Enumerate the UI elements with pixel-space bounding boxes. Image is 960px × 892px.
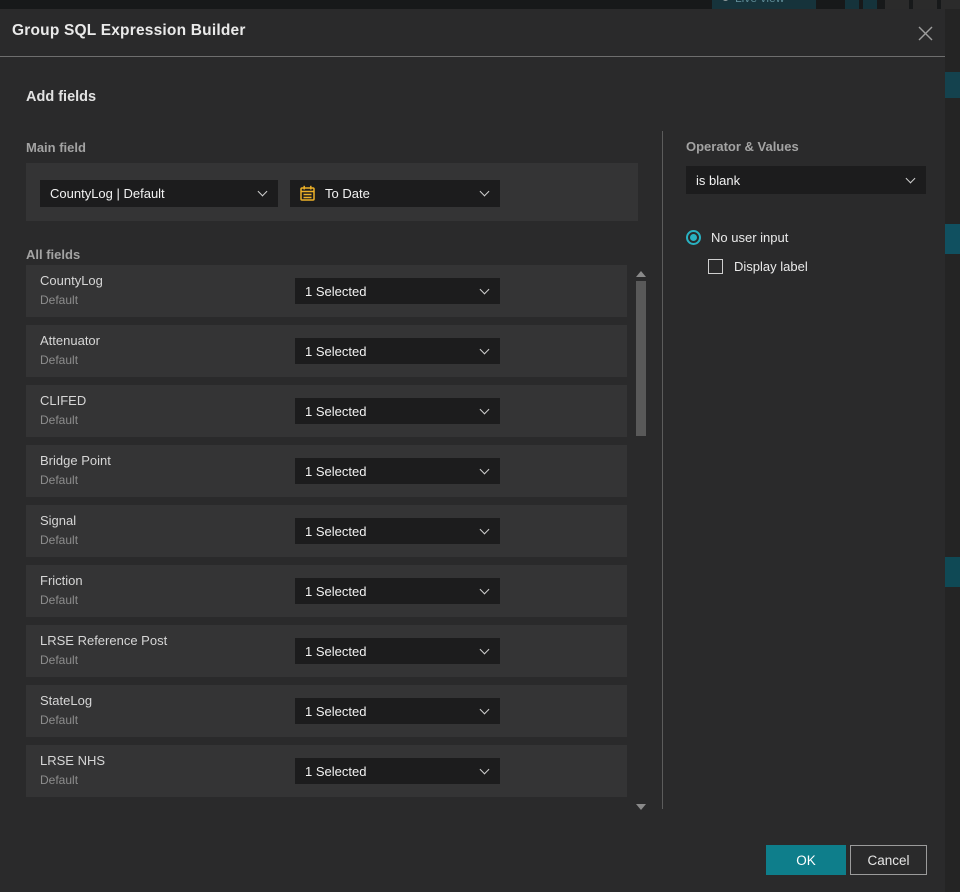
chevron-down-icon bbox=[479, 404, 490, 414]
live-view-dot-icon bbox=[722, 0, 729, 1]
field-row-lrse-reference-post: LRSE Reference Post Default 1 Selected bbox=[26, 625, 627, 677]
field-subtitle: Default bbox=[40, 653, 79, 667]
chevron-down-icon bbox=[479, 704, 490, 714]
calendar-icon bbox=[299, 185, 316, 202]
field-selected-value: 1 Selected bbox=[305, 283, 367, 299]
main-field-label: Main field bbox=[26, 140, 86, 155]
chevron-down-icon bbox=[905, 173, 916, 183]
live-view-label: Live view bbox=[735, 0, 784, 5]
background-ui-fragment bbox=[863, 0, 877, 9]
field-selected-value: 1 Selected bbox=[305, 463, 367, 479]
field-row-clifed: CLIFED Default 1 Selected bbox=[26, 385, 627, 437]
chevron-down-icon bbox=[257, 186, 268, 197]
field-selected-dropdown[interactable]: 1 Selected bbox=[295, 458, 500, 484]
background-ui-fragment bbox=[945, 72, 960, 98]
field-selected-value: 1 Selected bbox=[305, 583, 367, 599]
background-ui-fragment bbox=[945, 224, 960, 254]
display-label-checkbox[interactable]: Display label bbox=[708, 259, 808, 274]
field-row-bridge-point: Bridge Point Default 1 Selected bbox=[26, 445, 627, 497]
close-button[interactable] bbox=[913, 21, 937, 45]
field-subtitle: Default bbox=[40, 293, 79, 307]
field-selected-dropdown[interactable]: 1 Selected bbox=[295, 698, 500, 724]
scrollbar-down-arrow[interactable] bbox=[636, 804, 646, 810]
field-name: Attenuator bbox=[40, 333, 100, 348]
no-user-input-label: No user input bbox=[711, 230, 789, 245]
field-subtitle: Default bbox=[40, 413, 79, 427]
ok-button[interactable]: OK bbox=[766, 845, 846, 875]
field-subtitle: Default bbox=[40, 533, 79, 547]
field-selected-dropdown[interactable]: 1 Selected bbox=[295, 518, 500, 544]
live-view-tab: Live view bbox=[712, 0, 816, 9]
field-selected-value: 1 Selected bbox=[305, 763, 367, 779]
field-row-signal: Signal Default 1 Selected bbox=[26, 505, 627, 557]
field-row-statelog: StateLog Default 1 Selected bbox=[26, 685, 627, 737]
field-name: Signal bbox=[40, 513, 77, 528]
field-selected-value: 1 Selected bbox=[305, 703, 367, 719]
chevron-down-icon bbox=[479, 344, 490, 354]
no-user-input-radio[interactable]: No user input bbox=[686, 230, 788, 245]
background-ui-fragment bbox=[913, 0, 937, 9]
background-ui-fragment bbox=[941, 0, 960, 9]
field-subtitle: Default bbox=[40, 473, 79, 487]
field-subtitle: Default bbox=[40, 353, 79, 367]
field-selected-dropdown[interactable]: 1 Selected bbox=[295, 758, 500, 784]
field-subtitle: Default bbox=[40, 593, 79, 607]
field-name: StateLog bbox=[40, 693, 93, 708]
background-app-top-strip: Live view bbox=[0, 0, 960, 9]
operator-values-label: Operator & Values bbox=[686, 139, 799, 154]
field-name: Bridge Point bbox=[40, 453, 111, 468]
field-subtitle: Default bbox=[40, 713, 79, 727]
field-row-countylog: CountyLog Default 1 Selected bbox=[26, 265, 627, 317]
scrollbar-thumb[interactable] bbox=[636, 281, 646, 436]
main-field-container: CountyLog | Default To Date bbox=[26, 163, 638, 221]
group-sql-expression-builder-dialog: Group SQL Expression Builder Add fields … bbox=[0, 9, 945, 892]
field-name: LRSE Reference Post bbox=[40, 633, 168, 648]
field-selected-value: 1 Selected bbox=[305, 643, 367, 659]
cancel-button[interactable]: Cancel bbox=[850, 845, 927, 875]
background-app-right-strip bbox=[945, 9, 960, 892]
operator-select[interactable]: is blank bbox=[686, 166, 926, 194]
field-selected-value: 1 Selected bbox=[305, 523, 367, 539]
chevron-down-icon bbox=[479, 584, 490, 594]
chevron-down-icon bbox=[479, 284, 490, 294]
background-ui-fragment bbox=[845, 0, 859, 9]
checkbox-unchecked-icon bbox=[708, 259, 723, 274]
chevron-down-icon bbox=[479, 644, 490, 654]
main-field-select[interactable]: CountyLog | Default bbox=[40, 180, 278, 207]
date-type-select-value: To Date bbox=[325, 186, 370, 201]
close-icon bbox=[918, 26, 932, 40]
scrollbar-up-arrow[interactable] bbox=[636, 271, 646, 277]
panel-divider bbox=[662, 131, 663, 809]
background-ui-fragment bbox=[885, 0, 909, 9]
chevron-down-icon bbox=[479, 764, 490, 774]
field-selected-dropdown[interactable]: 1 Selected bbox=[295, 578, 500, 604]
display-label-label: Display label bbox=[734, 259, 808, 274]
field-row-lrse-nhs: LRSE NHS Default 1 Selected bbox=[26, 745, 627, 797]
add-fields-heading: Add fields bbox=[26, 89, 97, 105]
all-fields-label: All fields bbox=[26, 247, 81, 262]
chevron-down-icon bbox=[479, 524, 490, 534]
chevron-down-icon bbox=[479, 186, 490, 197]
field-subtitle: Default bbox=[40, 773, 79, 787]
dialog-header: Group SQL Expression Builder bbox=[0, 9, 945, 57]
field-selected-dropdown[interactable]: 1 Selected bbox=[295, 338, 500, 364]
field-selected-dropdown[interactable]: 1 Selected bbox=[295, 398, 500, 424]
field-name: CountyLog bbox=[40, 273, 103, 288]
field-selected-value: 1 Selected bbox=[305, 403, 367, 419]
radio-selected-icon bbox=[686, 230, 701, 245]
field-name: LRSE NHS bbox=[40, 753, 106, 768]
background-ui-fragment bbox=[945, 557, 960, 587]
field-selected-dropdown[interactable]: 1 Selected bbox=[295, 278, 500, 304]
field-row-attenuator: Attenuator Default 1 Selected bbox=[26, 325, 627, 377]
field-selected-value: 1 Selected bbox=[305, 343, 367, 359]
main-field-select-value: CountyLog | Default bbox=[50, 186, 165, 201]
field-name: CLIFED bbox=[40, 393, 87, 408]
dialog-title: Group SQL Expression Builder bbox=[12, 22, 246, 39]
field-name: Friction bbox=[40, 573, 83, 588]
date-type-select[interactable]: To Date bbox=[290, 180, 500, 207]
operator-select-value: is blank bbox=[696, 172, 741, 188]
chevron-down-icon bbox=[479, 464, 490, 474]
field-row-friction: Friction Default 1 Selected bbox=[26, 565, 627, 617]
field-selected-dropdown[interactable]: 1 Selected bbox=[295, 638, 500, 664]
